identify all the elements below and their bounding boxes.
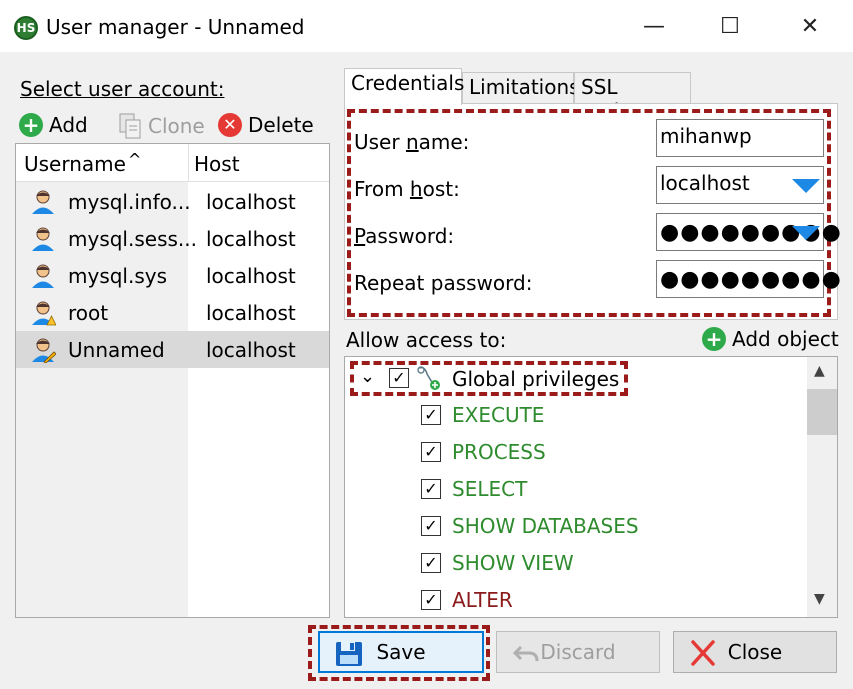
privilege-checkbox[interactable]: ✓ bbox=[421, 553, 441, 573]
privileges-scrollbar[interactable]: ▲ ▼ bbox=[807, 357, 837, 617]
user-name-value: mihanwp bbox=[660, 124, 752, 148]
sort-ascending-icon: ^ bbox=[128, 150, 142, 169]
from-host-value: localhost bbox=[660, 171, 750, 195]
user-row[interactable]: root localhost bbox=[16, 294, 329, 331]
from-host-label: From host: bbox=[354, 177, 460, 201]
scroll-up-icon[interactable]: ▲ bbox=[814, 363, 825, 379]
tab-ssl-options[interactable]: SSL options bbox=[574, 72, 691, 123]
select-user-label: Select user account: bbox=[20, 77, 225, 101]
repeat-password-input[interactable]: ●●●●●●●●● bbox=[656, 260, 841, 298]
tab-credentials[interactable]: Credentials bbox=[344, 68, 464, 105]
dropdown-arrow-icon[interactable] bbox=[792, 226, 820, 240]
privilege-select[interactable]: SELECT bbox=[452, 477, 527, 501]
user-row-selected[interactable]: Unnamed localhost bbox=[16, 331, 329, 368]
privilege-checkbox[interactable]: ✓ bbox=[421, 590, 441, 610]
privilege-checkbox[interactable]: ✓ bbox=[421, 442, 441, 462]
discard-button[interactable]: Discard bbox=[496, 631, 660, 673]
user-name-input[interactable]: mihanwp bbox=[656, 119, 824, 157]
username-column-header[interactable]: Username bbox=[24, 152, 126, 176]
privilege-process[interactable]: PROCESS bbox=[452, 440, 546, 464]
user-row[interactable]: mysql.sys localhost bbox=[16, 257, 329, 294]
dropdown-arrow-icon[interactable] bbox=[792, 179, 820, 193]
user-host: localhost bbox=[206, 190, 296, 214]
user-row[interactable]: mysql.sess... localhost bbox=[16, 220, 329, 257]
repeat-password-label: Repeat password: bbox=[354, 271, 533, 295]
user-host: localhost bbox=[206, 227, 296, 251]
delete-label: Delete bbox=[248, 113, 314, 137]
plus-icon: + bbox=[19, 113, 43, 137]
add-object-label: Add object bbox=[732, 327, 839, 351]
plus-icon: + bbox=[702, 327, 726, 351]
user-name: mysql.sys bbox=[68, 264, 168, 288]
user-name-label: User name: bbox=[354, 130, 470, 154]
user-warning-icon bbox=[32, 301, 56, 326]
window-title: User manager - Unnamed bbox=[46, 15, 305, 39]
add-user-button[interactable]: + Add bbox=[19, 113, 88, 137]
user-edit-icon bbox=[32, 338, 56, 363]
discard-label: Discard bbox=[540, 640, 616, 664]
privilege-checkbox[interactable]: ✓ bbox=[421, 479, 441, 499]
scroll-down-icon[interactable]: ▼ bbox=[814, 591, 825, 607]
close-window-button[interactable]: ✕ bbox=[790, 8, 830, 44]
user-host: localhost bbox=[206, 338, 296, 362]
privilege-checkbox[interactable]: ✓ bbox=[421, 405, 441, 425]
chevron-down-icon[interactable]: ⌄ bbox=[360, 366, 375, 387]
add-label: Add bbox=[49, 113, 88, 137]
key-add-icon bbox=[417, 366, 440, 390]
undo-icon bbox=[512, 645, 539, 662]
app-logo-icon: HS bbox=[14, 16, 38, 40]
user-name: root bbox=[68, 301, 109, 325]
user-icon bbox=[32, 190, 54, 214]
save-button[interactable]: Save bbox=[318, 631, 484, 673]
close-label: Close bbox=[727, 640, 783, 664]
repeat-password-value: ●●●●●●●●● bbox=[660, 267, 842, 292]
user-icon bbox=[32, 227, 54, 251]
privilege-checkbox[interactable]: ✓ bbox=[421, 516, 441, 536]
user-name: Unnamed bbox=[68, 338, 165, 362]
user-list[interactable]: Username ^ Host mysql.info... localhost … bbox=[15, 143, 330, 618]
user-name: mysql.info... bbox=[68, 190, 191, 214]
global-privileges-checkbox[interactable]: ✓ bbox=[389, 368, 409, 388]
clone-label: Clone bbox=[148, 114, 205, 138]
save-label: Save bbox=[376, 640, 426, 664]
copy-icon bbox=[119, 113, 141, 139]
add-object-button[interactable]: + Add object bbox=[702, 327, 839, 351]
floppy-disk-icon bbox=[336, 642, 362, 666]
password-label: Password: bbox=[354, 224, 455, 248]
privilege-execute[interactable]: EXECUTE bbox=[452, 403, 544, 427]
global-privileges-label[interactable]: Global privileges bbox=[452, 367, 619, 391]
close-button[interactable]: Close bbox=[673, 631, 837, 673]
close-x-icon bbox=[691, 640, 715, 666]
privilege-alter[interactable]: ALTER bbox=[452, 588, 513, 612]
user-host: localhost bbox=[206, 301, 296, 325]
delete-user-button[interactable]: ✕ Delete bbox=[218, 113, 314, 137]
user-icon bbox=[32, 264, 54, 288]
delete-x-icon: ✕ bbox=[218, 113, 242, 137]
allow-access-label: Allow access to: bbox=[346, 328, 507, 352]
user-host: localhost bbox=[206, 264, 296, 288]
from-host-dropdown[interactable]: localhost bbox=[656, 166, 824, 204]
host-column-header[interactable]: Host bbox=[194, 152, 240, 176]
user-row[interactable]: mysql.info... localhost bbox=[16, 183, 329, 220]
user-name: mysql.sess... bbox=[68, 227, 197, 251]
maximize-button[interactable]: ☐ bbox=[710, 8, 750, 44]
password-input[interactable]: ●●●●●●●●● bbox=[656, 213, 841, 251]
minimize-button[interactable]: — bbox=[634, 8, 674, 44]
clone-user-button[interactable]: Clone bbox=[118, 113, 205, 139]
privilege-show-view[interactable]: SHOW VIEW bbox=[452, 551, 574, 575]
privilege-show-databases[interactable]: SHOW DATABASES bbox=[452, 514, 639, 538]
scroll-thumb[interactable] bbox=[807, 389, 837, 435]
user-list-header: Username ^ Host bbox=[16, 144, 329, 182]
tab-limitations[interactable]: Limitations bbox=[462, 72, 580, 104]
title-bar: HS User manager - Unnamed — ☐ ✕ bbox=[0, 0, 853, 52]
